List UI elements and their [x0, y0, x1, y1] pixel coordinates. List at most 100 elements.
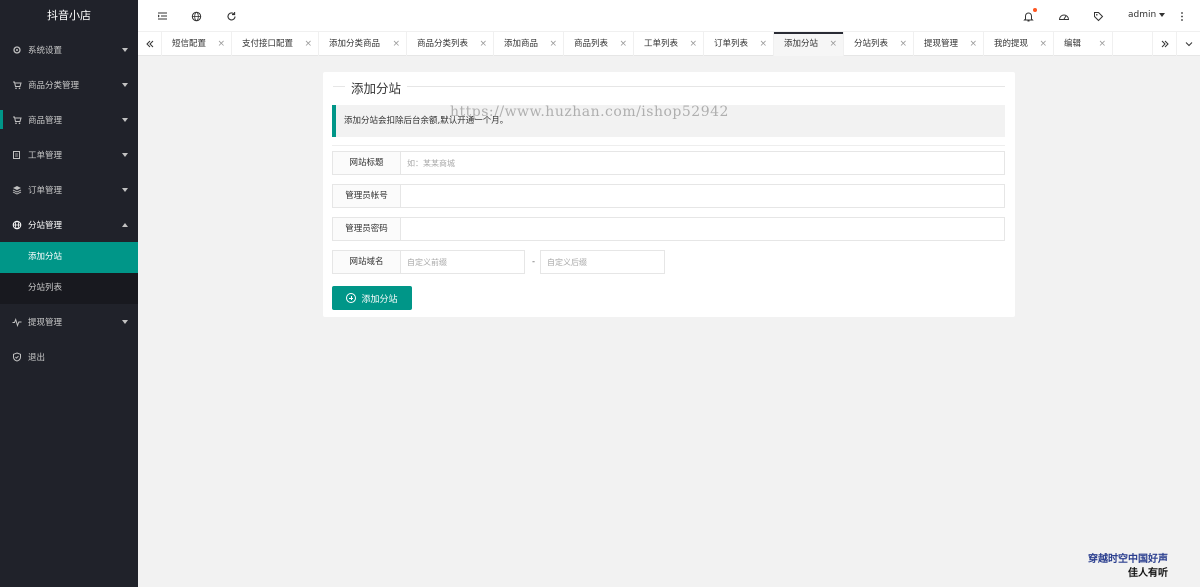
tabs-menu-chevron-down-icon[interactable]: [1176, 32, 1200, 56]
chevron-down-icon: [122, 47, 128, 52]
close-icon[interactable]: ×: [619, 32, 627, 56]
tab-sms-config[interactable]: 短信配置 ×: [162, 32, 232, 56]
site-title-row: 网站标题: [332, 151, 1005, 175]
tab-substation-list[interactable]: 分站列表 ×: [844, 32, 914, 56]
gear-icon: [12, 45, 22, 55]
corner-line-2: 佳人有听: [1128, 568, 1168, 579]
tab-order-list[interactable]: 订单列表 ×: [704, 32, 774, 56]
sidebar-subitem-substation-list[interactable]: 分站列表: [0, 273, 138, 304]
close-icon[interactable]: ×: [829, 32, 837, 56]
sidebar-item-system-settings[interactable]: 系统设置: [0, 32, 138, 67]
close-icon[interactable]: ×: [304, 32, 312, 56]
dashboard-icon[interactable]: [1057, 9, 1071, 23]
sidebar-item-label: 商品管理: [28, 115, 63, 126]
close-icon[interactable]: ×: [549, 32, 557, 56]
tabs-scroll-right-icon[interactable]: [1152, 32, 1176, 56]
shield-icon: [12, 351, 22, 362]
bell-icon[interactable]: [1021, 8, 1037, 23]
chevron-down-icon: [122, 82, 128, 87]
tab-label: 商品列表: [574, 39, 609, 49]
close-icon[interactable]: ×: [969, 32, 977, 56]
tab-label: 提现管理: [924, 39, 959, 49]
tab-edit[interactable]: 编辑 ×: [1054, 32, 1113, 56]
admin-account-input[interactable]: [401, 184, 1005, 208]
close-icon[interactable]: ×: [1098, 32, 1106, 56]
corner-overlay-text: 穿越时空中国好声 佳人有听: [1088, 553, 1168, 581]
tabs-scroll-left-icon[interactable]: [138, 32, 162, 56]
tab-payment-config[interactable]: 支付接口配置 ×: [232, 32, 319, 56]
add-substation-button[interactable]: 添加分站: [332, 286, 412, 310]
sidebar-item-product-management[interactable]: 商品管理: [0, 102, 138, 137]
ticket-icon: [12, 150, 22, 160]
sidebar-item-category-management[interactable]: 商品分类管理: [0, 67, 138, 102]
cart-icon: [12, 80, 22, 90]
sidebar-item-label: 分站管理: [28, 220, 63, 231]
tab-ticket-list[interactable]: 工单列表 ×: [634, 32, 704, 56]
cart-icon: [12, 115, 22, 125]
close-icon[interactable]: ×: [392, 32, 400, 56]
domain-suffix-input[interactable]: [540, 250, 665, 274]
sidebar-item-withdraw-management[interactable]: 提现管理: [0, 304, 138, 339]
sidebar: 抖音小店 系统设置 商品分类管理 商品管理 工单管理 订单管理 分站管理 添加分…: [0, 0, 138, 587]
chevron-down-icon: [122, 319, 128, 324]
app-title: 抖音小店: [0, 0, 138, 32]
close-icon[interactable]: ×: [217, 32, 225, 56]
tab-category-list[interactable]: 商品分类列表 ×: [407, 32, 494, 56]
chevron-up-icon: [122, 222, 128, 227]
notification-dot: [1033, 8, 1037, 12]
site-title-input[interactable]: [401, 151, 1005, 175]
layers-icon: [12, 185, 22, 195]
sidebar-item-label: 提现管理: [28, 317, 63, 328]
pulse-icon: [12, 317, 22, 327]
admin-password-input[interactable]: [401, 217, 1005, 241]
globe-icon[interactable]: [189, 9, 203, 23]
form-legend: 添加分站: [345, 78, 408, 97]
domain-row: 网站域名 -: [332, 250, 1005, 274]
tab-product-list[interactable]: 商品列表 ×: [564, 32, 634, 56]
sidebar-item-substation-management[interactable]: 分站管理: [0, 207, 138, 242]
caret-down-icon: [1159, 12, 1166, 17]
sidebar-item-order-management[interactable]: 订单管理: [0, 172, 138, 207]
tag-icon[interactable]: [1091, 9, 1105, 23]
divider: [332, 145, 1005, 146]
sidebar-item-label: 系统设置: [28, 45, 63, 56]
tab-label: 分站列表: [854, 39, 889, 49]
close-icon[interactable]: ×: [479, 32, 487, 56]
sidebar-item-ticket-management[interactable]: 工单管理: [0, 137, 138, 172]
sidebar-subitem-add-substation[interactable]: 添加分站: [0, 242, 138, 273]
tab-add-category-product[interactable]: 添加分类商品 ×: [319, 32, 407, 56]
sidebar-item-logout[interactable]: 退出: [0, 339, 138, 374]
menu-fold-icon[interactable]: [155, 9, 169, 23]
close-icon[interactable]: ×: [759, 32, 767, 56]
top-header: admin: [138, 0, 1200, 32]
more-icon[interactable]: [1175, 9, 1189, 23]
user-menu[interactable]: admin: [1128, 10, 1166, 20]
domain-separator: -: [532, 257, 536, 267]
close-icon[interactable]: ×: [899, 32, 907, 56]
close-icon[interactable]: ×: [689, 32, 697, 56]
tab-withdraw-management[interactable]: 提现管理 ×: [914, 32, 984, 56]
admin-password-row: 管理员密码: [332, 217, 1005, 241]
admin-password-label: 管理员密码: [332, 217, 401, 241]
username: admin: [1128, 10, 1157, 20]
tab-label: 订单列表: [714, 39, 749, 49]
tab-add-product[interactable]: 添加商品 ×: [494, 32, 564, 56]
tab-bar: 短信配置 × 支付接口配置 × 添加分类商品 × 商品分类列表 × 添加商品 × 商品列表…: [138, 32, 1200, 56]
chevron-down-icon: [122, 117, 128, 122]
tab-add-substation[interactable]: 添加分站 ×: [774, 32, 844, 56]
sidebar-item-label: 订单管理: [28, 185, 63, 196]
sidebar-submenu: 添加分站 分站列表: [0, 242, 138, 304]
tab-label: 我的提现: [994, 39, 1029, 49]
domain-prefix-input[interactable]: [401, 250, 525, 274]
refresh-icon[interactable]: [224, 9, 238, 23]
tab-strip: 短信配置 × 支付接口配置 × 添加分类商品 × 商品分类列表 × 添加商品 × 商品列表…: [162, 32, 1113, 56]
legend-divider: [333, 86, 1005, 87]
tab-label: 工单列表: [644, 39, 679, 49]
tab-label: 商品分类列表: [417, 39, 469, 49]
sidebar-item-label: 商品分类管理: [28, 80, 80, 91]
site-title-label: 网站标题: [332, 151, 401, 175]
sidebar-item-label: 工单管理: [28, 150, 63, 161]
close-icon[interactable]: ×: [1039, 32, 1047, 56]
tab-label: 添加分站: [784, 39, 819, 49]
tab-my-withdraw[interactable]: 我的提现 ×: [984, 32, 1054, 56]
